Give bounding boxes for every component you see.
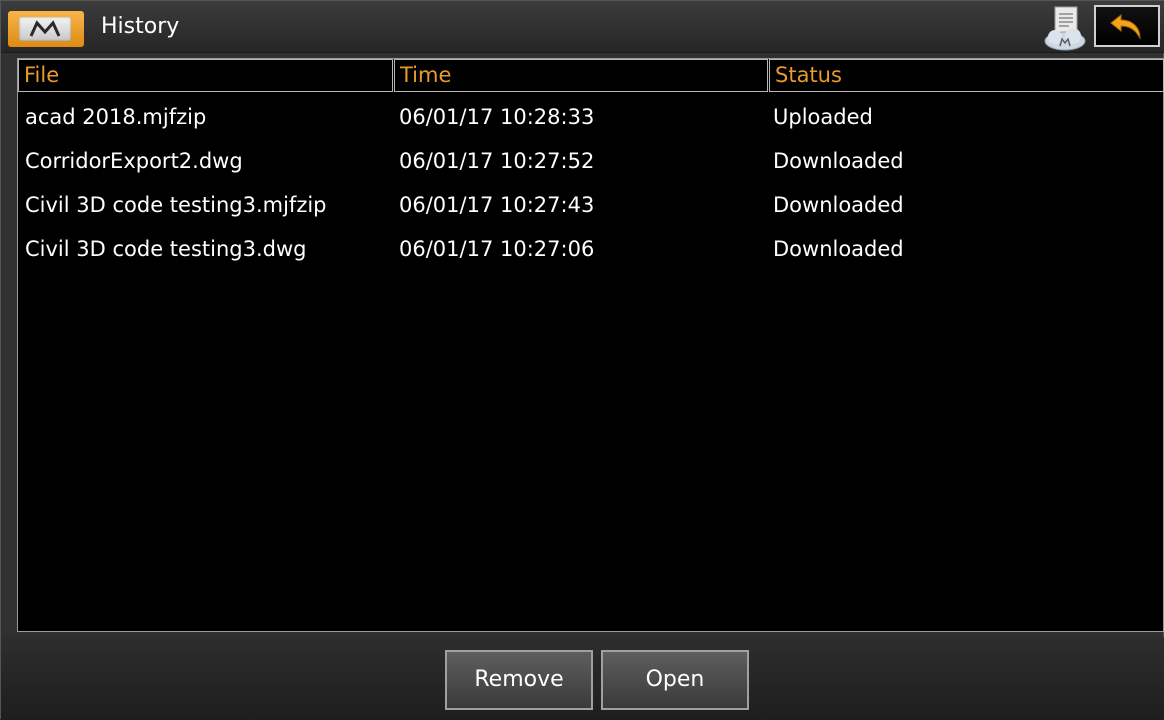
column-header-status[interactable]: Status [769,59,1164,92]
file-time: 06/01/17 10:27:43 [399,193,595,217]
main-menu-button[interactable] [8,11,84,47]
page-title: History [101,14,180,39]
table-row[interactable]: CorridorExport2.dwg 06/01/17 10:27:52 Do… [18,139,1163,183]
back-arrow-icon [1110,13,1141,40]
table-row[interactable]: Civil 3D code testing3.dwg 06/01/17 10:2… [18,227,1163,271]
column-header-file[interactable]: File [18,59,393,92]
file-time: 06/01/17 10:27:52 [399,149,595,173]
file-status: Downloaded [773,193,904,217]
open-button[interactable]: Open [601,650,749,710]
file-name: CorridorExport2.dwg [25,149,243,173]
file-status: Downloaded [773,149,904,173]
remove-button[interactable]: Remove [445,650,593,710]
column-header-time[interactable]: Time [394,59,768,92]
file-time: 06/01/17 10:28:33 [399,105,595,129]
table-row[interactable]: acad 2018.mjfzip 06/01/17 10:28:33 Uploa… [18,95,1163,139]
table-header: File Time Status [18,59,1164,93]
cloud-document-icon[interactable] [1041,5,1089,51]
action-bar: Remove Open [1,637,1164,720]
file-name: acad 2018.mjfzip [25,105,207,129]
title-bar: History [1,1,1164,53]
file-time: 06/01/17 10:27:06 [399,237,595,261]
table-row[interactable]: Civil 3D code testing3.mjfzip 06/01/17 1… [18,183,1163,227]
file-status: Downloaded [773,237,904,261]
m-logo-icon [19,17,71,41]
back-button[interactable] [1094,5,1160,47]
file-status: Uploaded [773,105,873,129]
file-name: Civil 3D code testing3.mjfzip [25,193,327,217]
file-name: Civil 3D code testing3.dwg [25,237,307,261]
history-window: History File Time Status acad 2018.mjfzi… [0,0,1164,720]
history-table: File Time Status acad 2018.mjfzip 06/01/… [17,58,1164,632]
